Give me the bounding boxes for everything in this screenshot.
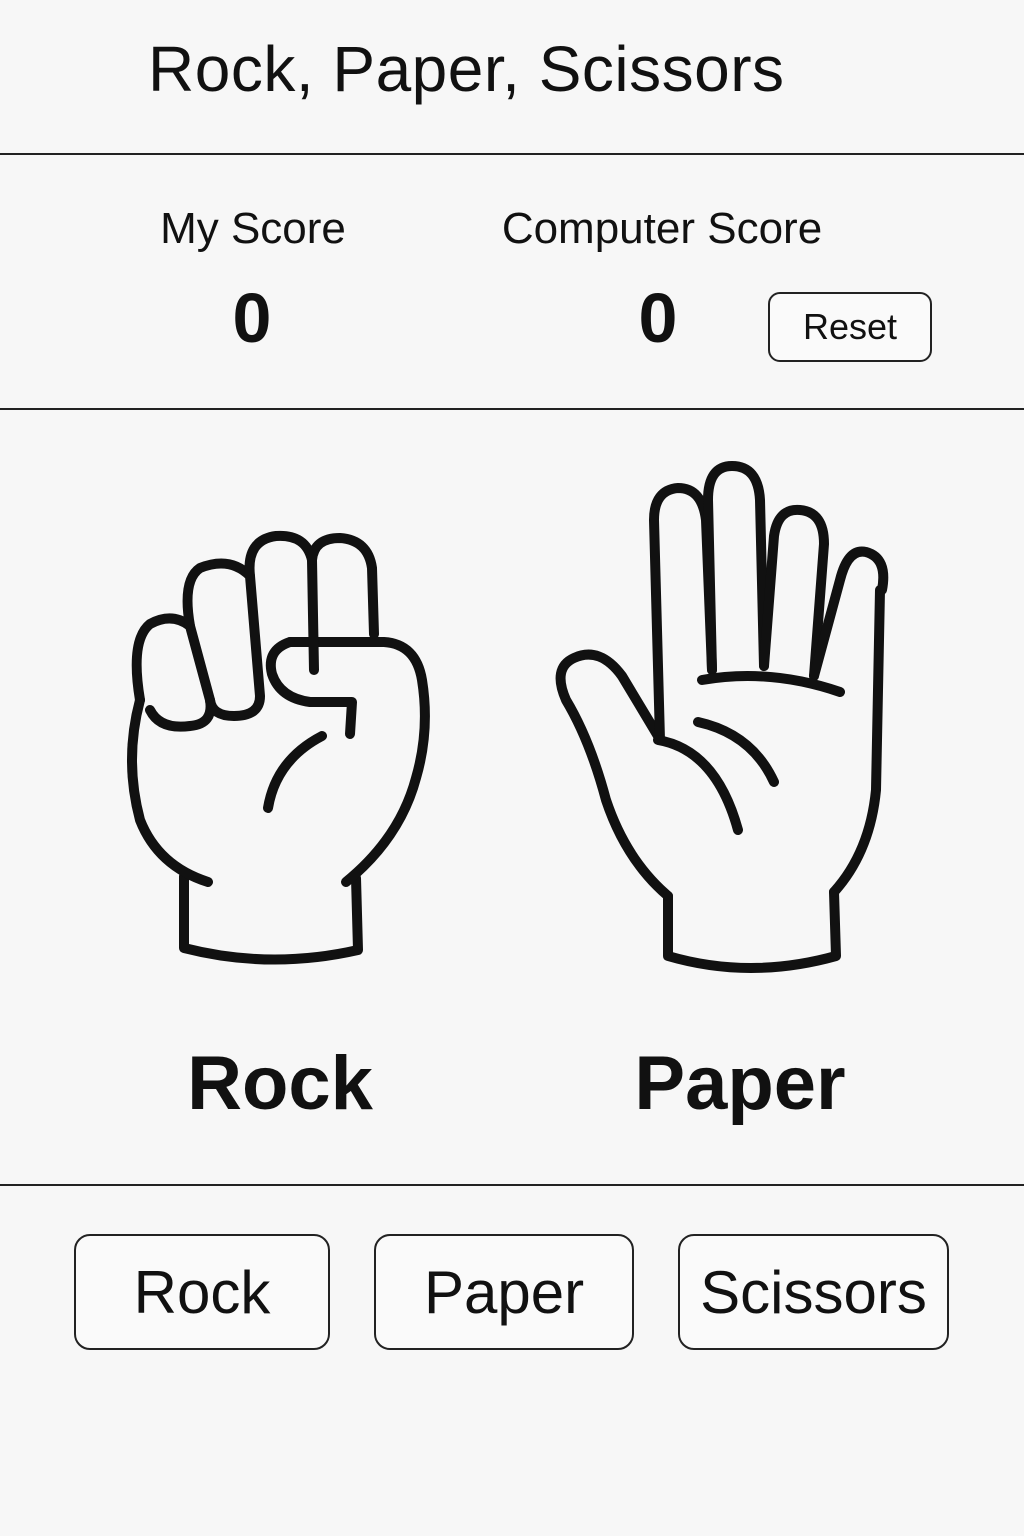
reset-button[interactable]: Reset — [768, 292, 932, 362]
scoreboard-divider — [0, 408, 1024, 410]
computer-score-value: 0 — [638, 279, 678, 357]
rock-button[interactable]: Rock — [74, 1234, 330, 1350]
computer-choice-label: Paper — [634, 1041, 846, 1126]
play-area-divider — [0, 1184, 1024, 1186]
header-divider — [0, 153, 1024, 155]
my-score-value: 0 — [232, 279, 272, 357]
my-score-label: My Score — [160, 204, 346, 253]
computer-score-label: Computer Score — [501, 204, 823, 253]
fist-hand-icon — [127, 530, 430, 965]
paper-button[interactable]: Paper — [374, 1234, 634, 1350]
scissors-button[interactable]: Scissors — [678, 1234, 949, 1350]
my-choice-label: Rock — [187, 1041, 373, 1126]
open-hand-icon — [555, 461, 889, 973]
page-title: Rock, Paper, Scissors — [148, 33, 785, 105]
